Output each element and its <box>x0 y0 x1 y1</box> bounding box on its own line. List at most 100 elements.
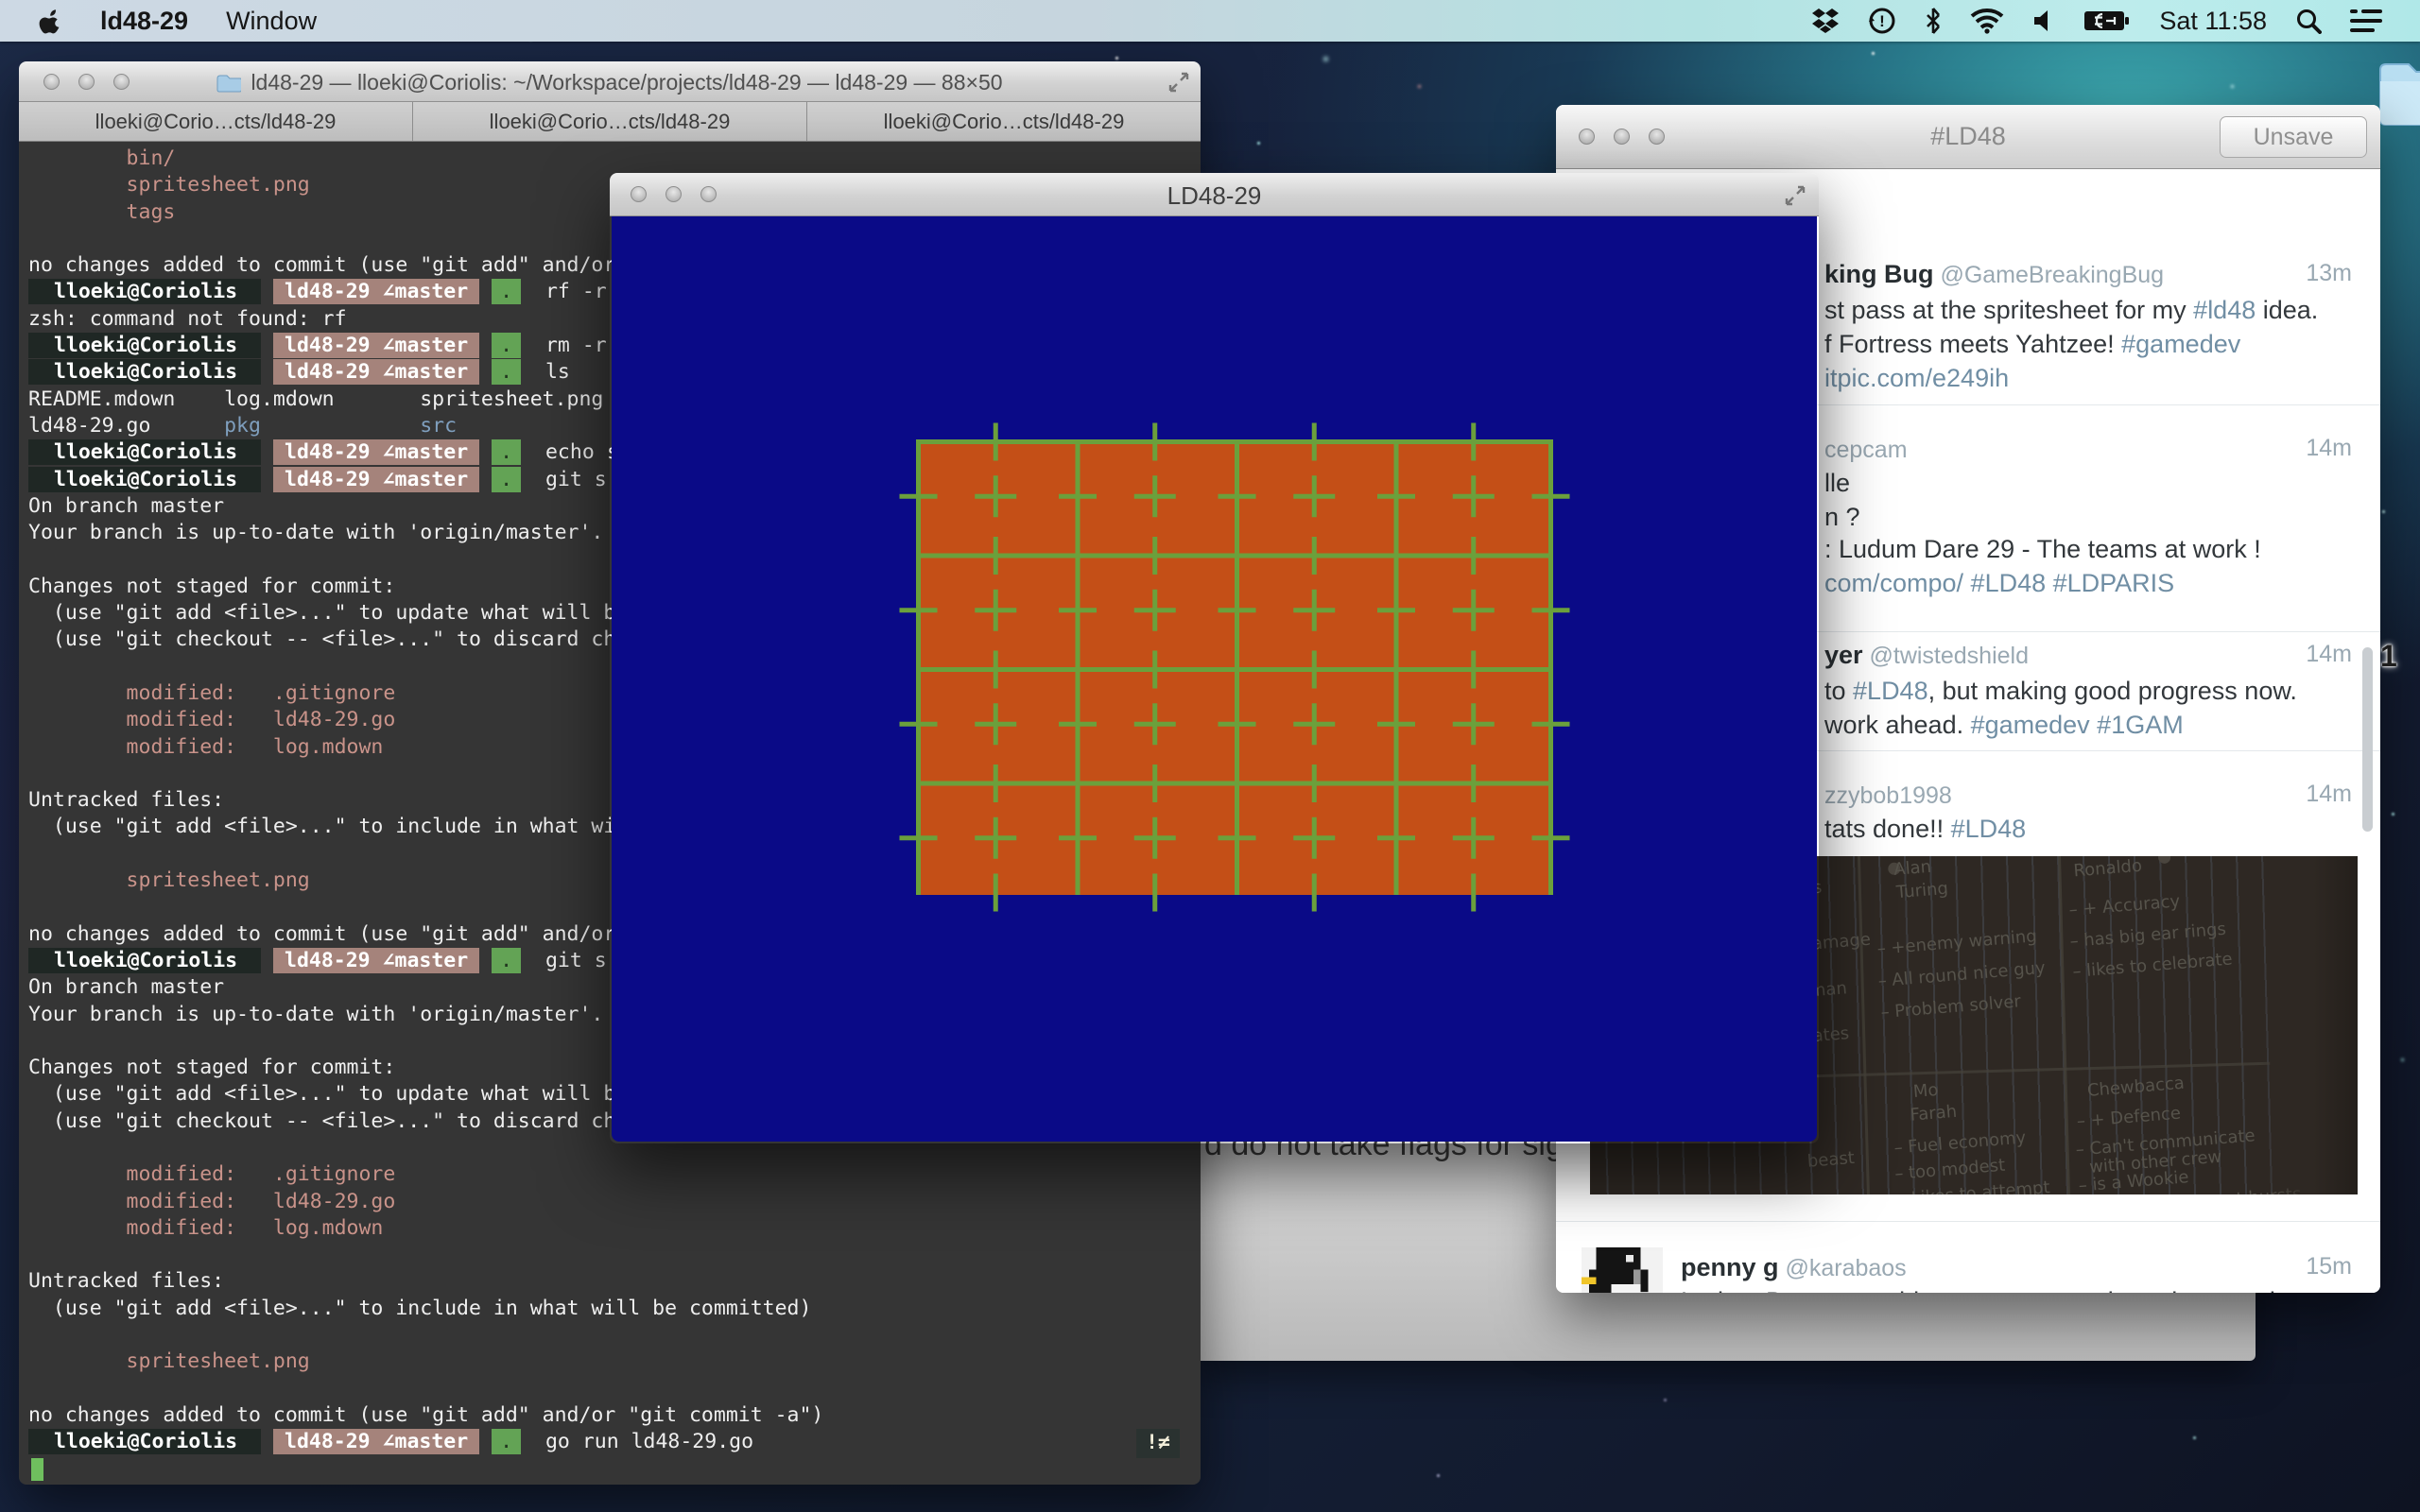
tweet-text: st pass at the spritesheet for my <box>1824 296 2193 324</box>
terminal-text: modified: log.mdown <box>28 735 383 759</box>
tweet-text-line: com/compo/ #LD48 #LDPARIS <box>1824 569 2174 598</box>
terminal-title: ld48-29 — lloeki@Coriolis: ~/Workspace/p… <box>251 70 1002 94</box>
terminal-text: Untracked files: <box>28 1269 224 1293</box>
terminal-text: Your branch is up-to-date with 'origin/m… <box>28 521 603 544</box>
tweet-text: lle <box>1824 469 1850 497</box>
tweet-author-handle[interactable]: @twistedshield <box>1863 643 2029 669</box>
terminal-output-line: spritesheet.png <box>28 1349 1201 1375</box>
terminal-tab[interactable]: lloeki@Corio…cts/ld48-29 <box>413 102 807 141</box>
spritesheet-grid <box>897 421 1572 914</box>
terminal-output-line: modified: ld48-29.go <box>28 1189 1201 1215</box>
terminal-output-line <box>28 1242 1201 1268</box>
terminal-text: README.mdown log.mdown spritesheet.png <box>28 387 603 411</box>
menu-clock[interactable]: Sat 11:58 <box>2159 7 2267 36</box>
scrollbar-thumb[interactable] <box>2362 647 2373 832</box>
terminal-text: no changes added to commit (use "git add… <box>28 1403 823 1427</box>
terminal-text: tags <box>28 200 175 224</box>
menu-bar[interactable]: ld48-29 Window ! Sat 11:58 <box>0 0 2420 42</box>
tweet-author-name[interactable]: yer <box>1824 641 1863 669</box>
prompt-branch-chip: ld48-29 ∠master <box>273 467 479 492</box>
tweet-link[interactable]: #gamedev #1GAM <box>1971 711 2184 739</box>
tweet-author-row[interactable]: penny g @karabaos <box>1681 1253 1907 1282</box>
tweet-link[interactable]: com/compo/ #LD48 #LDPARIS <box>1824 569 2174 597</box>
notification-count-badge: 1 <box>2380 639 2397 674</box>
tweet-author-handle[interactable]: @GameBreakingBug <box>1934 262 2165 288</box>
terminal-output-line: (use "git add <file>..." to include in w… <box>28 1296 1201 1322</box>
handwritten-note: – Problem solver <box>1880 991 2022 1022</box>
game-titlebar[interactable]: LD48-29 <box>610 173 1819 216</box>
handwritten-note: – likes to celebrate <box>2072 949 2234 982</box>
tweet-timestamp: 15m <box>2306 1253 2352 1280</box>
terminal-text: modified: .gitignore <box>28 681 395 705</box>
game-window[interactable]: LD48-29 <box>610 173 1819 1143</box>
penguin-pixel-avatar[interactable] <box>1581 1247 1664 1293</box>
handwritten-note: – +enemy warning <box>1876 926 2037 959</box>
terminal-output-line <box>28 1322 1201 1349</box>
terminal-text: (use "git add <file>..." to include in w… <box>28 1297 811 1320</box>
alert-clock-icon[interactable]: ! <box>1868 7 1896 35</box>
tweet-text: n ? <box>1824 503 1860 531</box>
tweet-text-line: tats done!! #LD48 <box>1824 815 2026 844</box>
tweet-author-row[interactable]: king Bug @GameBreakingBug <box>1824 260 2164 289</box>
spotlight-icon[interactable] <box>2295 8 2322 34</box>
tweet-timestamp: 14m <box>2306 781 2352 808</box>
notification-list-icon[interactable] <box>2350 9 2382 33</box>
twitter-titlebar[interactable]: #LD48 Unsave <box>1556 105 2380 169</box>
prompt-user-chip: lloeki@Coriolis <box>28 1429 261 1454</box>
apple-menu-icon[interactable] <box>38 7 62 35</box>
terminal-output-line <box>28 1376 1201 1402</box>
volume-icon[interactable] <box>2032 9 2055 33</box>
expand-icon[interactable] <box>1785 185 1806 206</box>
terminal-tab[interactable]: lloeki@Corio…cts/ld48-29 <box>807 102 1201 141</box>
tweet-author-row[interactable]: zzybob1998 <box>1824 781 1952 810</box>
tweet-text: work ahead. <box>1824 711 1971 739</box>
tweet-link[interactable]: #ld48 <box>2193 296 2256 324</box>
terminal-text: modified: log.mdown <box>28 1216 383 1240</box>
terminal-text <box>261 414 420 438</box>
tweet-text: tats done!! <box>1824 815 1951 843</box>
unsave-button[interactable]: Unsave <box>2220 116 2367 158</box>
terminal-tab[interactable]: lloeki@Corio…cts/ld48-29 <box>19 102 413 141</box>
tweet-author-handle[interactable]: cepcam <box>1824 437 1908 463</box>
tweet-text: Ludum Dare game idea: an artsy text base… <box>1681 1287 2319 1293</box>
folder-proxy-icon <box>216 74 241 93</box>
terminal-tab-bar[interactable]: lloeki@Corio…cts/ld48-29lloeki@Corio…cts… <box>19 102 1201 142</box>
handwritten-note: beast <box>1806 1148 1855 1172</box>
terminal-output-line: Untracked files: <box>28 1268 1201 1295</box>
dropbox-icon[interactable] <box>1811 8 1840 34</box>
tweet-link[interactable]: #gamedev <box>2121 330 2240 358</box>
tweet-text: idea. <box>2256 296 2318 324</box>
handwritten-note: Mo <box>1912 1080 1939 1102</box>
tweet-link[interactable]: #LD48 <box>1853 677 1928 705</box>
terminal-text: modified: .gitignore <box>28 1162 395 1186</box>
prompt-status-chip: . <box>492 439 521 465</box>
prompt-user-chip: lloeki@Coriolis <box>28 333 261 358</box>
handwritten-note: Ronaldo <box>2073 856 2143 881</box>
handwritten-note: Chewbacca <box>2086 1074 2185 1101</box>
tweet-author-handle[interactable]: @karabaos <box>1779 1255 1907 1281</box>
wifi-icon[interactable] <box>1970 8 2004 34</box>
handwritten-note: Alan <box>1893 857 1932 880</box>
active-app-menu[interactable]: ld48-29 <box>100 7 188 36</box>
tweet-author-handle[interactable]: zzybob1998 <box>1824 782 1952 809</box>
prompt-branch-chip: ld48-29 ∠master <box>273 1429 479 1454</box>
terminal-output-line: bin/ <box>28 146 1201 172</box>
tweet-author-row[interactable]: cepcam <box>1824 435 1908 464</box>
game-title: LD48-29 <box>610 181 1819 211</box>
bluetooth-icon[interactable] <box>1925 7 1942 35</box>
menu-item-window[interactable]: Window <box>226 7 317 36</box>
tweet-link[interactable]: itpic.com/e249ih <box>1824 364 2009 392</box>
tweet-author-row[interactable]: yer @twistedshield <box>1824 641 2029 670</box>
tweet-author-name[interactable]: penny g <box>1681 1253 1779 1281</box>
svg-text:!: ! <box>1880 12 1886 30</box>
terminal-titlebar[interactable]: ld48-29 — lloeki@Coriolis: ~/Workspace/p… <box>19 61 1201 102</box>
prompt-user-chip: lloeki@Coriolis <box>28 439 261 465</box>
expand-icon[interactable] <box>1168 72 1189 93</box>
prompt-branch-chip: ld48-29 ∠master <box>273 279 479 304</box>
tweet-link[interactable]: #LD48 <box>1951 815 2027 843</box>
battery-icon[interactable] <box>2083 9 2131 32</box>
desktop-folder-icon[interactable] <box>2378 59 2420 129</box>
terminal-output-line <box>28 1456 1201 1483</box>
tweet-author-name[interactable]: king Bug <box>1824 260 1934 288</box>
terminal-text: spritesheet.png <box>28 868 310 892</box>
